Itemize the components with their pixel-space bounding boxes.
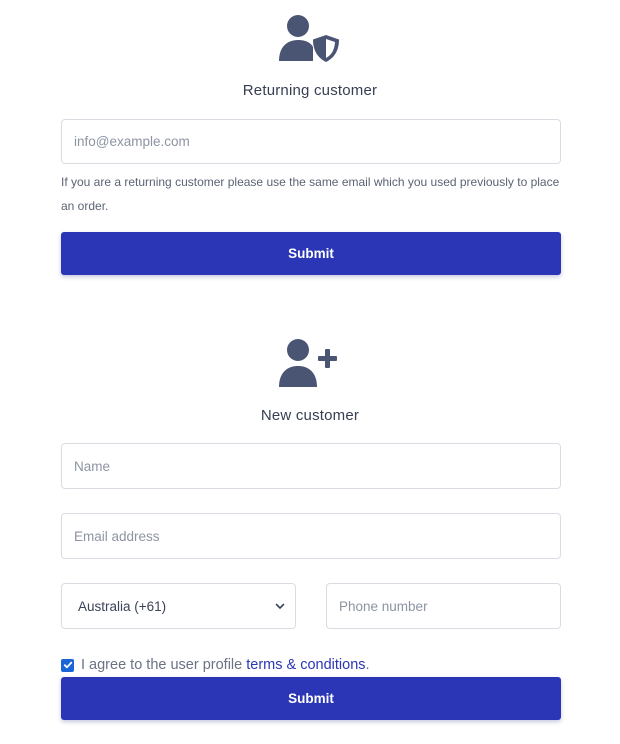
chevron-down-icon	[275, 603, 285, 609]
email-address-input[interactable]	[61, 513, 561, 559]
returning-hint-text: If you are a returning customer please u…	[61, 175, 560, 213]
agree-checkbox[interactable]	[61, 658, 74, 672]
phone-number-input[interactable]	[326, 583, 561, 629]
user-plus-icon	[279, 339, 337, 387]
terms-agreement: I agree to the user profile terms & cond…	[61, 656, 370, 674]
country-code-select[interactable]: Australia (+61)	[61, 583, 296, 629]
returning-customer-icon-wrap	[0, 14, 620, 64]
checkmark-icon	[63, 661, 72, 669]
new-customer-heading: New customer	[260, 407, 360, 424]
new-customer-submit-button[interactable]: Submit	[61, 677, 561, 720]
country-code-selected-value: Australia (+61)	[78, 598, 167, 614]
returning-submit-button[interactable]: Submit	[61, 232, 561, 275]
agree-text: I agree to the user profile	[81, 657, 243, 673]
terms-conditions-link[interactable]: terms & conditions	[246, 657, 365, 673]
returning-email-input[interactable]	[61, 119, 561, 164]
new-customer-icon-wrap	[0, 338, 620, 388]
agree-suffix: .	[365, 657, 370, 673]
name-input[interactable]	[61, 443, 561, 489]
returning-customer-heading: Returning customer	[242, 82, 378, 99]
user-shield-icon	[279, 15, 339, 62]
